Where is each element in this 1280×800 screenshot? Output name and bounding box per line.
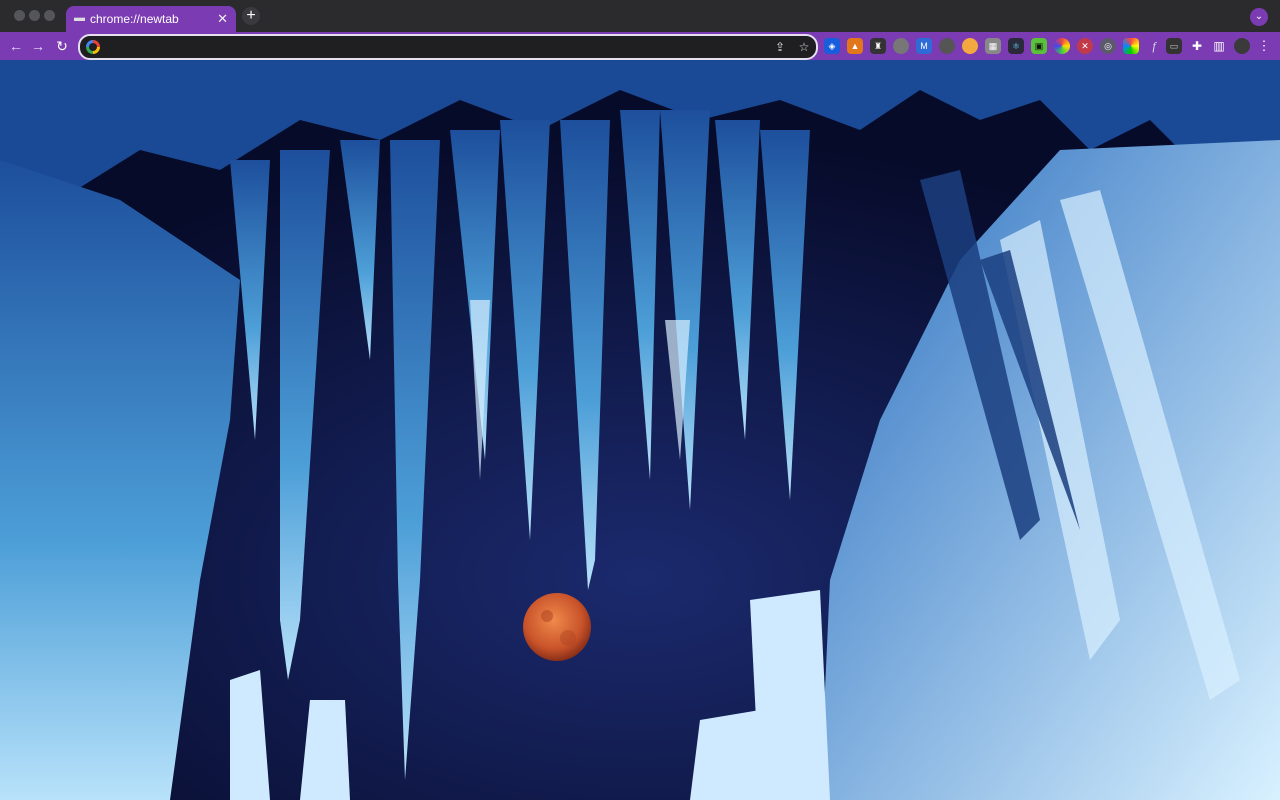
minimize-window-icon[interactable] [29, 10, 40, 21]
google-icon [86, 40, 100, 54]
puzzle-gray-icon[interactable] [893, 38, 909, 54]
camera-icon[interactable]: ▭ [1166, 38, 1182, 54]
close-window-icon[interactable] [14, 10, 25, 21]
chromatic-icon[interactable] [1123, 38, 1139, 54]
ublock-icon[interactable]: ▣ [1031, 38, 1047, 54]
toolbar: ← → ↻ ⇪ ☆ ◈ ▲ ♜ M ▦ ⚛ ▣ ✕ ◎ f ▭ ✚ ▥ ⋮ [0, 32, 1280, 60]
forward-icon[interactable]: → [28, 36, 48, 56]
avatar-icon[interactable] [1234, 38, 1250, 54]
tab-title: chrome://newtab [90, 12, 179, 26]
circle-gray-icon[interactable] [939, 38, 955, 54]
bitwarden-icon[interactable]: ◈ [824, 38, 840, 54]
ice-cave-moon-image [0, 60, 1280, 800]
back-icon[interactable]: ← [6, 36, 26, 56]
address-bar[interactable]: ⇪ ☆ [78, 34, 818, 60]
share-icon[interactable]: ⇪ [772, 39, 788, 55]
newtab-background [0, 60, 1280, 800]
close-tab-icon[interactable]: ✕ [217, 11, 228, 27]
title-bar: ▬ chrome://newtab ✕ + ⌄ [0, 0, 1280, 32]
honey-icon[interactable] [962, 38, 978, 54]
extensions-puzzle-icon[interactable]: ✚ [1189, 38, 1205, 54]
reload-icon[interactable]: ↻ [52, 36, 72, 56]
metamask-icon[interactable]: ▲ [847, 38, 863, 54]
react-icon[interactable]: ⚛ [1008, 38, 1024, 54]
screenshot-icon[interactable]: ▦ [985, 38, 1001, 54]
red-extension-icon[interactable]: ✕ [1077, 38, 1093, 54]
compass-icon[interactable]: ◎ [1100, 38, 1116, 54]
camera-icon: ▬ [74, 12, 85, 24]
maximize-window-icon[interactable] [44, 10, 55, 21]
font-icon[interactable]: f [1146, 38, 1162, 54]
color-picker-icon[interactable] [1054, 38, 1070, 54]
sidepanel-icon[interactable]: ▥ [1211, 38, 1227, 54]
bookmark-star-icon[interactable]: ☆ [796, 39, 812, 55]
chevron-down-icon[interactable]: ⌄ [1250, 8, 1268, 26]
new-tab-button[interactable]: + [242, 7, 260, 25]
kebab-menu-icon[interactable]: ⋮ [1256, 38, 1272, 54]
m-extension-icon[interactable]: M [916, 38, 932, 54]
ghost-icon[interactable]: ♜ [870, 38, 886, 54]
tab-newtab[interactable]: ▬ chrome://newtab ✕ [66, 6, 236, 32]
url-input[interactable] [108, 38, 762, 58]
